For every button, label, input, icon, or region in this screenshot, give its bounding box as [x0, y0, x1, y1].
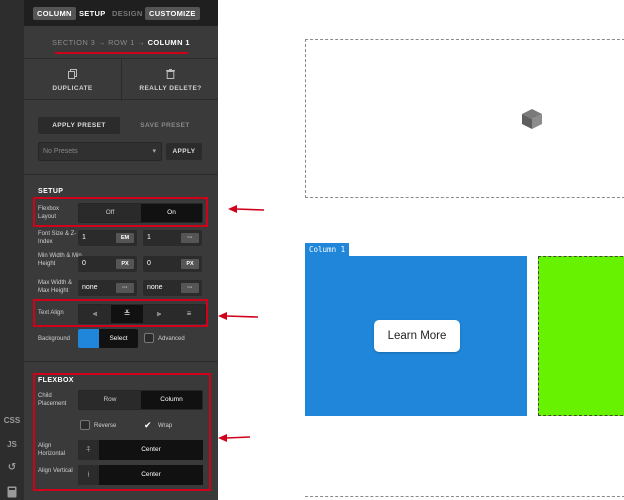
css-button[interactable]: CSS: [0, 416, 24, 425]
divider: [24, 361, 218, 362]
chevron-down-icon: ▾: [152, 148, 156, 155]
empty-section[interactable]: [305, 39, 624, 198]
font-size-unit[interactable]: EM: [116, 233, 134, 243]
setup-heading: SETUP: [38, 188, 64, 195]
max-width-unit[interactable]: ···: [116, 283, 134, 293]
annotation-box-flexbox-section: [33, 373, 211, 491]
min-width-unit[interactable]: PX: [116, 259, 134, 269]
apply-preset-button[interactable]: APPLY PRESET: [38, 117, 120, 134]
next-section-edge: [305, 496, 624, 497]
annotation-arrow: [218, 312, 259, 320]
js-button[interactable]: JS: [0, 440, 24, 449]
background-color-swatch[interactable]: [78, 329, 99, 348]
background-label: Background: [38, 336, 71, 342]
save-preset-button[interactable]: SAVE PRESET: [127, 117, 203, 134]
font-size-input[interactable]: 1 EM: [78, 230, 137, 246]
tab-customize[interactable]: CUSTOMIZE: [145, 7, 200, 20]
breadcrumb-section[interactable]: SECTION 3: [52, 38, 95, 47]
tab-design[interactable]: DESIGN: [108, 7, 147, 20]
copy-icon: [24, 69, 121, 82]
max-width-value: none: [82, 284, 98, 291]
max-height-input[interactable]: none ···: [143, 280, 202, 296]
delete-label: REALLY DELETE?: [139, 85, 202, 92]
duplicate-label: DUPLICATE: [52, 85, 93, 92]
calculator-icon[interactable]: [0, 486, 24, 500]
breadcrumb-separator: →: [137, 38, 146, 47]
z-index-input[interactable]: 1 ···: [143, 230, 202, 246]
preset-select-value: No Presets: [43, 148, 78, 155]
max-width-input[interactable]: none ···: [78, 280, 137, 296]
advanced-checkbox[interactable]: [144, 333, 154, 343]
history-icon[interactable]: ↺: [0, 462, 24, 473]
min-height-value: 0: [147, 260, 151, 267]
breadcrumb-row[interactable]: ROW 1: [108, 38, 135, 47]
advanced-label: Advanced: [158, 336, 185, 342]
z-index-unit[interactable]: ···: [181, 233, 199, 243]
breadcrumb-column: COLUMN 1: [147, 38, 190, 47]
z-index-value: 1: [147, 234, 151, 241]
min-width-input[interactable]: 0 PX: [78, 256, 137, 272]
cube-icon: [521, 108, 543, 135]
max-height-value: none: [147, 284, 163, 291]
min-width-value: 0: [82, 260, 86, 267]
tool-strip: CSS JS ↺: [0, 0, 24, 500]
breadcrumb-separator: →: [97, 38, 106, 47]
divider: [24, 174, 218, 175]
annotation-box-text-align: [33, 299, 208, 327]
apply-button[interactable]: APPLY: [166, 143, 202, 160]
min-height-input[interactable]: 0 PX: [143, 256, 202, 272]
breadcrumb: SECTION 3 → ROW 1 → COLUMN 1: [24, 38, 218, 47]
duplicate-button[interactable]: DUPLICATE: [24, 59, 121, 101]
max-width-label: Max Width & Max Height: [38, 280, 73, 294]
panel-tabs: COLUMN SETUP DESIGN CUSTOMIZE: [24, 0, 218, 26]
tab-column[interactable]: COLUMN: [33, 7, 76, 20]
trash-icon: [122, 69, 219, 82]
action-row: DUPLICATE REALLY DELETE?: [24, 58, 218, 101]
min-height-unit[interactable]: PX: [181, 259, 199, 269]
learn-more-button[interactable]: Learn More: [374, 320, 460, 352]
max-height-unit[interactable]: ···: [181, 283, 199, 293]
font-size-value: 1: [82, 234, 86, 241]
column-2[interactable]: [538, 256, 624, 416]
background-select-button[interactable]: Select: [99, 329, 138, 348]
column-tag[interactable]: Column 1: [305, 243, 350, 256]
tab-setup[interactable]: SETUP: [75, 7, 110, 20]
annotation-box-flexbox-layout: [33, 197, 208, 227]
annotation-underline: [55, 52, 188, 54]
delete-button[interactable]: REALLY DELETE?: [121, 59, 218, 101]
annotation-arrow: [218, 434, 251, 442]
preset-select[interactable]: No Presets ▾: [38, 142, 162, 161]
annotation-arrow: [228, 205, 265, 213]
